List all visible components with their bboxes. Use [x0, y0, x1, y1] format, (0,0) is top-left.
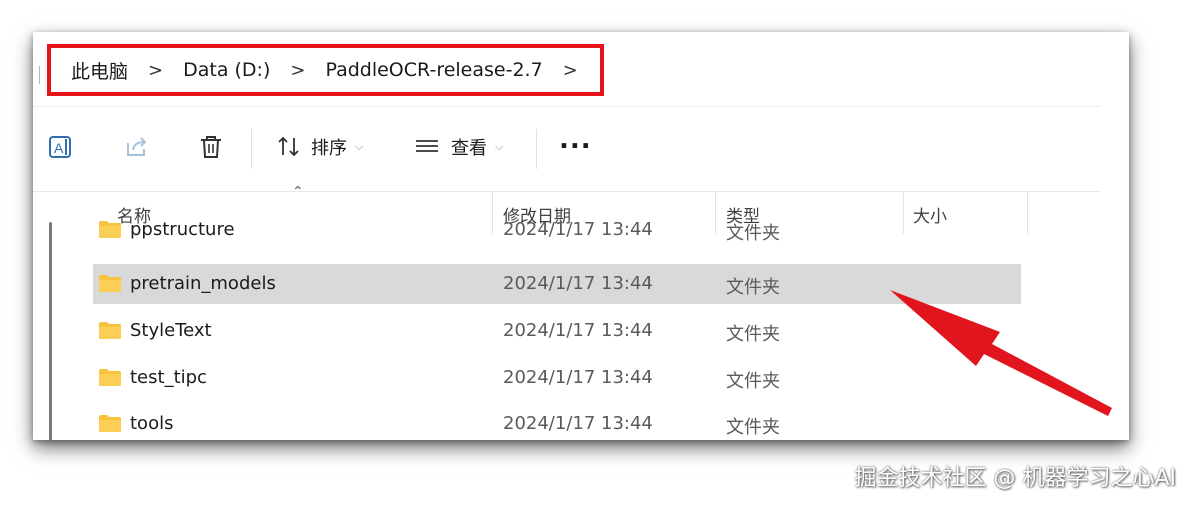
delete-icon: [197, 133, 225, 161]
watermark: 掘金技术社区 @ 机器学习之心AI: [854, 466, 1176, 491]
file-name: ppstructure: [130, 219, 235, 240]
view-icon: [413, 133, 441, 161]
sort-ascending-icon: ⌃: [292, 184, 304, 200]
rename-button[interactable]: A: [47, 133, 75, 161]
file-type: 文件夹: [726, 324, 780, 345]
folder-icon: [99, 369, 121, 386]
chevron-down-icon: ⌵: [495, 140, 504, 153]
breadcrumb-separator[interactable]: >: [290, 60, 305, 81]
rename-icon: A: [47, 133, 75, 161]
file-modified: 2024/1/17 13:44: [503, 413, 653, 434]
address-bar-edge: [39, 66, 40, 84]
sort-icon: [275, 133, 303, 161]
folder-icon: [99, 415, 121, 432]
delete-button[interactable]: [197, 133, 225, 161]
red-pointer-arrow-icon: [890, 290, 1112, 416]
more-icon: ...: [559, 125, 592, 155]
sort-button[interactable]: 排序 ⌵: [275, 133, 363, 161]
file-type: 文件夹: [726, 371, 780, 392]
breadcrumb-separator[interactable]: >: [148, 60, 163, 81]
file-name: pretrain_models: [130, 273, 276, 294]
folder-icon: [99, 322, 121, 339]
sort-label: 排序: [311, 138, 347, 159]
address-bar: 此电脑 > Data (D:) > PaddleOCR-release-2.7 …: [33, 32, 1101, 107]
share-icon: [123, 133, 151, 161]
breadcrumb-paddleocr-folder[interactable]: PaddleOCR-release-2.7: [325, 59, 542, 81]
chevron-down-icon: ⌵: [355, 140, 364, 153]
folder-icon: [99, 221, 121, 238]
list-item[interactable]: ppstructure 2024/1/17 13:44 文件夹: [93, 216, 1021, 250]
file-modified: 2024/1/17 13:44: [503, 273, 653, 294]
file-type: 文件夹: [726, 277, 780, 298]
view-label: 查看: [451, 138, 487, 159]
file-name: test_tipc: [130, 367, 207, 388]
toolbar-divider: [536, 129, 537, 169]
file-modified: 2024/1/17 13:44: [503, 219, 653, 240]
file-modified: 2024/1/17 13:44: [503, 320, 653, 341]
file-type: 文件夹: [726, 417, 780, 438]
toolbar-divider: [251, 129, 252, 169]
svg-text:A: A: [54, 140, 64, 156]
more-options-button[interactable]: ...: [559, 125, 592, 155]
breadcrumb-expand-chevron[interactable]: >: [563, 60, 578, 81]
file-type: 文件夹: [726, 223, 780, 244]
share-button[interactable]: [123, 133, 151, 161]
file-name: tools: [130, 413, 174, 434]
view-button[interactable]: 查看 ⌵: [413, 133, 503, 161]
folder-icon: [99, 275, 121, 292]
command-bar: A 排序 ⌵ 查看 ⌵ ...: [33, 107, 1101, 191]
breadcrumb-this-pc[interactable]: 此电脑: [71, 57, 128, 84]
file-modified: 2024/1/17 13:44: [503, 367, 653, 388]
breadcrumb-data-drive[interactable]: Data (D:): [183, 59, 270, 81]
breadcrumb: 此电脑 > Data (D:) > PaddleOCR-release-2.7 …: [47, 44, 604, 96]
file-name: StyleText: [130, 320, 212, 341]
